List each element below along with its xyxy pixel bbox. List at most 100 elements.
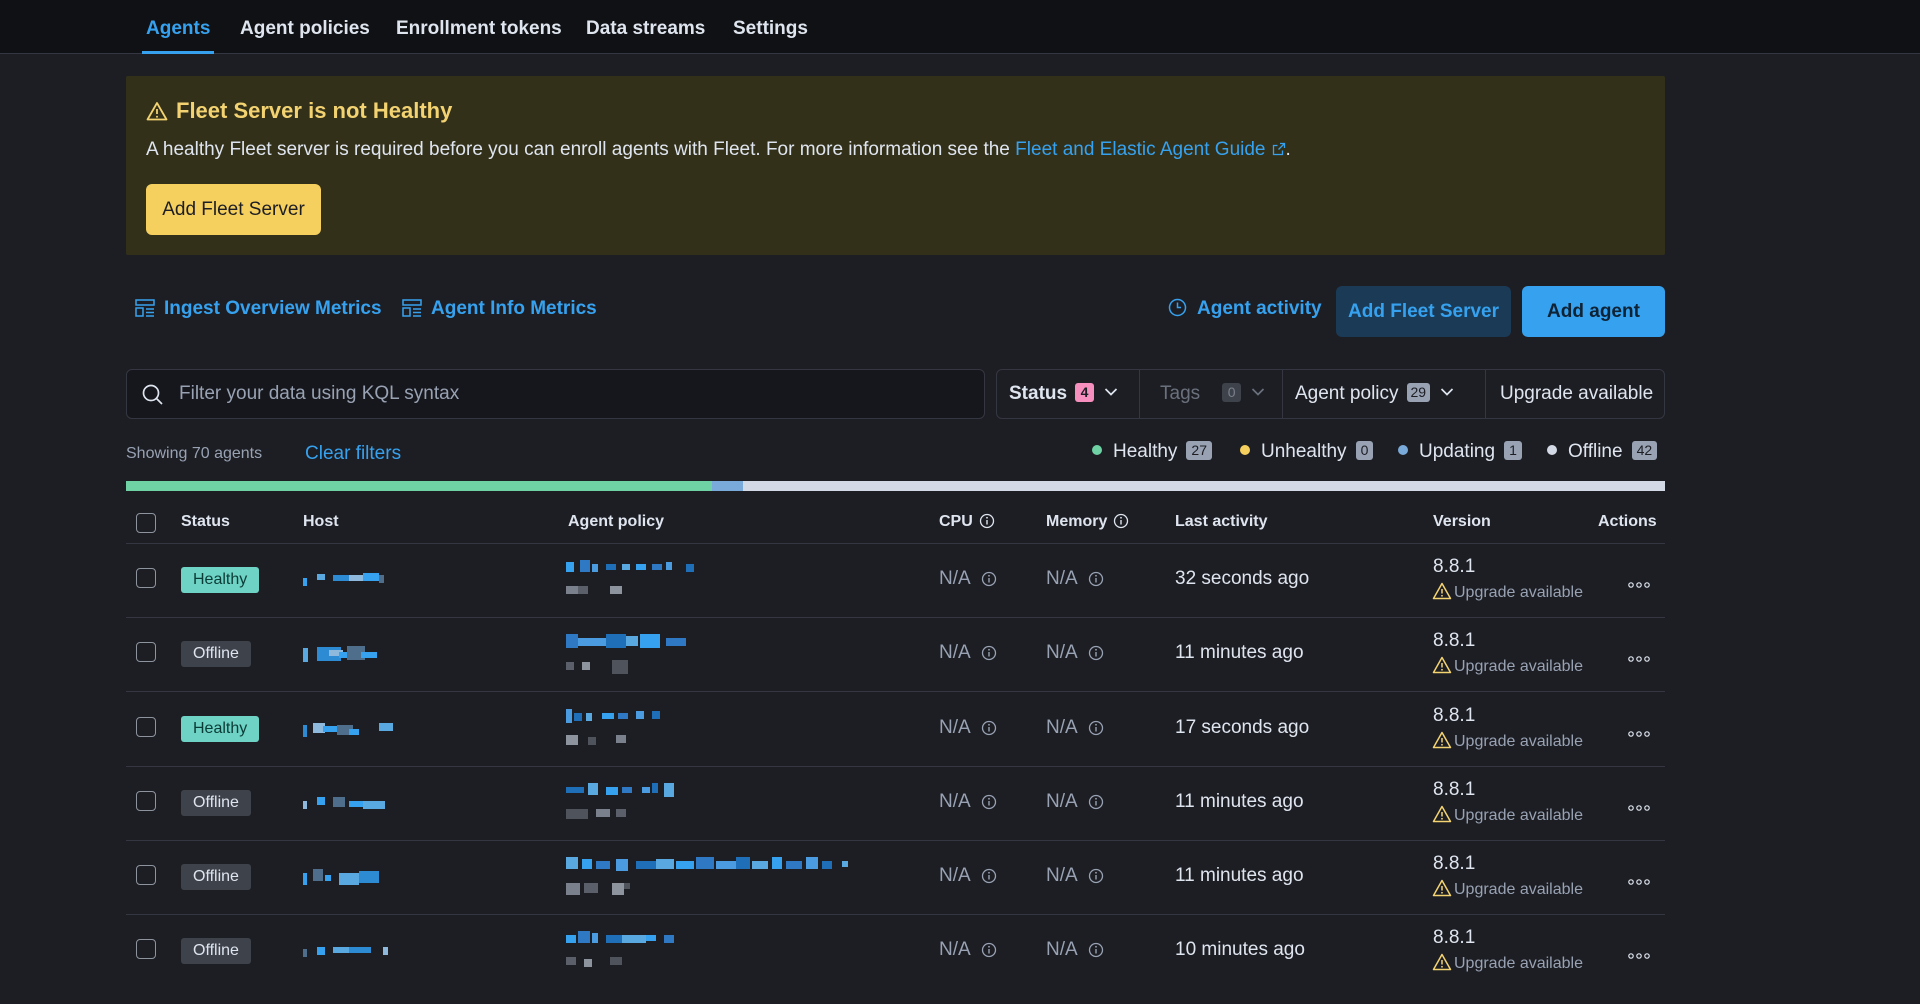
redaction-block [363, 573, 379, 582]
row-actions-menu[interactable] [1628, 873, 1650, 885]
ingest-overview-metrics-label[interactable]: Ingest Overview Metrics [164, 298, 382, 319]
search-bar [126, 369, 985, 419]
filter-group: Status 4 Tags 0 Agent policy 29 Upgrade ava… [996, 369, 1665, 419]
tab-settings[interactable]: Settings [733, 0, 808, 54]
row-actions-menu[interactable] [1628, 947, 1650, 959]
redaction-block [578, 586, 588, 595]
memory-value: N/A [1046, 568, 1078, 590]
row-checkbox[interactable] [136, 716, 156, 737]
row-actions-menu[interactable] [1628, 576, 1650, 588]
agent-version: 8.8.1 [1433, 852, 1476, 874]
column-header-memory[interactable]: Memory [1046, 513, 1129, 531]
agent-version: 8.8.1 [1433, 778, 1476, 800]
info-icon [981, 942, 996, 958]
status-filter-label[interactable]: Status [1009, 383, 1067, 404]
agent-version: 8.8.1 [1433, 927, 1476, 949]
redaction-block [736, 856, 750, 869]
redaction-block [624, 882, 630, 889]
redaction-block [646, 935, 656, 942]
redaction-block [574, 712, 582, 721]
tab-enrollment-tokens[interactable]: Enrollment tokens [396, 0, 562, 54]
status-badge: Healthy [181, 715, 260, 742]
row-checkbox[interactable] [136, 790, 156, 811]
tags-filter[interactable]: Tags 0 [1139, 370, 1282, 418]
memory-cell: N/A [1046, 865, 1104, 887]
search-input[interactable] [177, 370, 967, 418]
agent-policy-filter[interactable]: Agent policy 29 [1282, 370, 1485, 418]
redaction-block [772, 856, 782, 869]
warning-icon [1432, 582, 1452, 600]
row-actions-menu[interactable] [1628, 799, 1650, 811]
tab-agents[interactable]: Agents [141, 0, 215, 54]
agent-version: 8.8.1 [1433, 556, 1476, 578]
column-header-host[interactable]: Host [303, 513, 339, 531]
redaction-block [652, 564, 662, 571]
column-header-last-activity[interactable]: Last activity [1175, 513, 1267, 531]
upgrade-available-label: Upgrade available [1454, 880, 1583, 898]
select-all-checkbox[interactable] [136, 513, 156, 533]
add-fleet-server-button[interactable]: Add Fleet Server [1336, 286, 1511, 337]
status-filter[interactable]: Status 4 [1009, 370, 1118, 418]
agent-activity-label[interactable]: Agent activity [1197, 298, 1322, 319]
tags-filter-count: 0 [1222, 383, 1242, 402]
column-header-version[interactable]: Version [1433, 513, 1491, 531]
redaction-block [566, 734, 578, 745]
column-header-cpu[interactable]: CPU [939, 513, 995, 531]
redaction-block [317, 796, 325, 805]
agent-info-metrics-link[interactable]: Agent Info Metrics [402, 298, 597, 320]
cpu-value: N/A [939, 642, 971, 664]
redaction-block [349, 728, 359, 735]
add-agent-button[interactable]: Add agent [1522, 286, 1665, 337]
cpu-cell: N/A [939, 642, 997, 664]
column-header-agent-policy[interactable]: Agent policy [568, 513, 664, 531]
redaction-block [842, 860, 848, 867]
tab-data-streams[interactable]: Data streams [586, 0, 705, 54]
updating-dot [1398, 445, 1408, 455]
upgrade-available-note: Upgrade available [1432, 805, 1583, 825]
legend-healthy-count: 27 [1186, 441, 1212, 460]
agent-version: 8.8.1 [1433, 704, 1476, 726]
redaction-block [822, 860, 832, 869]
redaction-block [303, 949, 307, 958]
agent-activity-link[interactable]: Agent activity [1168, 298, 1322, 320]
redaction-block [612, 660, 628, 675]
last-activity: 11 minutes ago [1175, 642, 1304, 664]
tab-agent-policies[interactable]: Agent policies [240, 0, 370, 54]
search-icon [142, 384, 163, 405]
clear-filters-link[interactable]: Clear filters [305, 443, 401, 465]
tags-filter-label[interactable]: Tags [1160, 383, 1200, 404]
healthy-dot [1092, 445, 1102, 455]
row-checkbox[interactable] [136, 568, 156, 589]
legend-updating: Updating 1 [1398, 441, 1522, 463]
row-checkbox[interactable] [136, 864, 156, 885]
redaction-block [566, 708, 572, 723]
redaction-block [317, 947, 325, 956]
column-header-status[interactable]: Status [181, 513, 230, 531]
upgrade-available-filter[interactable]: Upgrade available [1485, 370, 1664, 418]
row-checkbox[interactable] [136, 939, 156, 960]
memory-header-label[interactable]: Memory [1046, 513, 1107, 530]
redaction-block [656, 858, 674, 869]
last-activity: 10 minutes ago [1175, 939, 1305, 961]
more-horizontal-icon [1628, 582, 1650, 588]
redaction-block [664, 782, 674, 797]
agent-policy-filter-label[interactable]: Agent policy [1295, 383, 1399, 404]
cpu-value: N/A [939, 939, 971, 961]
redaction-block [566, 957, 576, 966]
agent-info-metrics-label[interactable]: Agent Info Metrics [431, 298, 597, 319]
row-actions-menu[interactable] [1628, 725, 1650, 737]
row-actions-menu[interactable] [1628, 650, 1650, 663]
fleet-guide-link[interactable]: Fleet and Elastic Agent Guide [1015, 139, 1285, 160]
row-checkbox[interactable] [136, 642, 156, 663]
cpu-header-label[interactable]: CPU [939, 513, 973, 530]
ingest-overview-metrics-link[interactable]: Ingest Overview Metrics [135, 298, 382, 320]
fleet-guide-link-label[interactable]: Fleet and Elastic Agent Guide [1015, 139, 1265, 160]
info-icon [981, 571, 996, 587]
legend-offline: Offline 42 [1547, 441, 1658, 463]
callout-title: Fleet Server is not Healthy [176, 98, 453, 123]
legend-unhealthy: Unhealthy 0 [1240, 441, 1374, 463]
redaction-block [676, 860, 694, 869]
callout-add-fleet-server-button[interactable]: Add Fleet Server [146, 184, 321, 235]
callout-body: A healthy Fleet server is required befor… [146, 139, 1016, 160]
upgrade-available-note: Upgrade available [1432, 879, 1583, 899]
